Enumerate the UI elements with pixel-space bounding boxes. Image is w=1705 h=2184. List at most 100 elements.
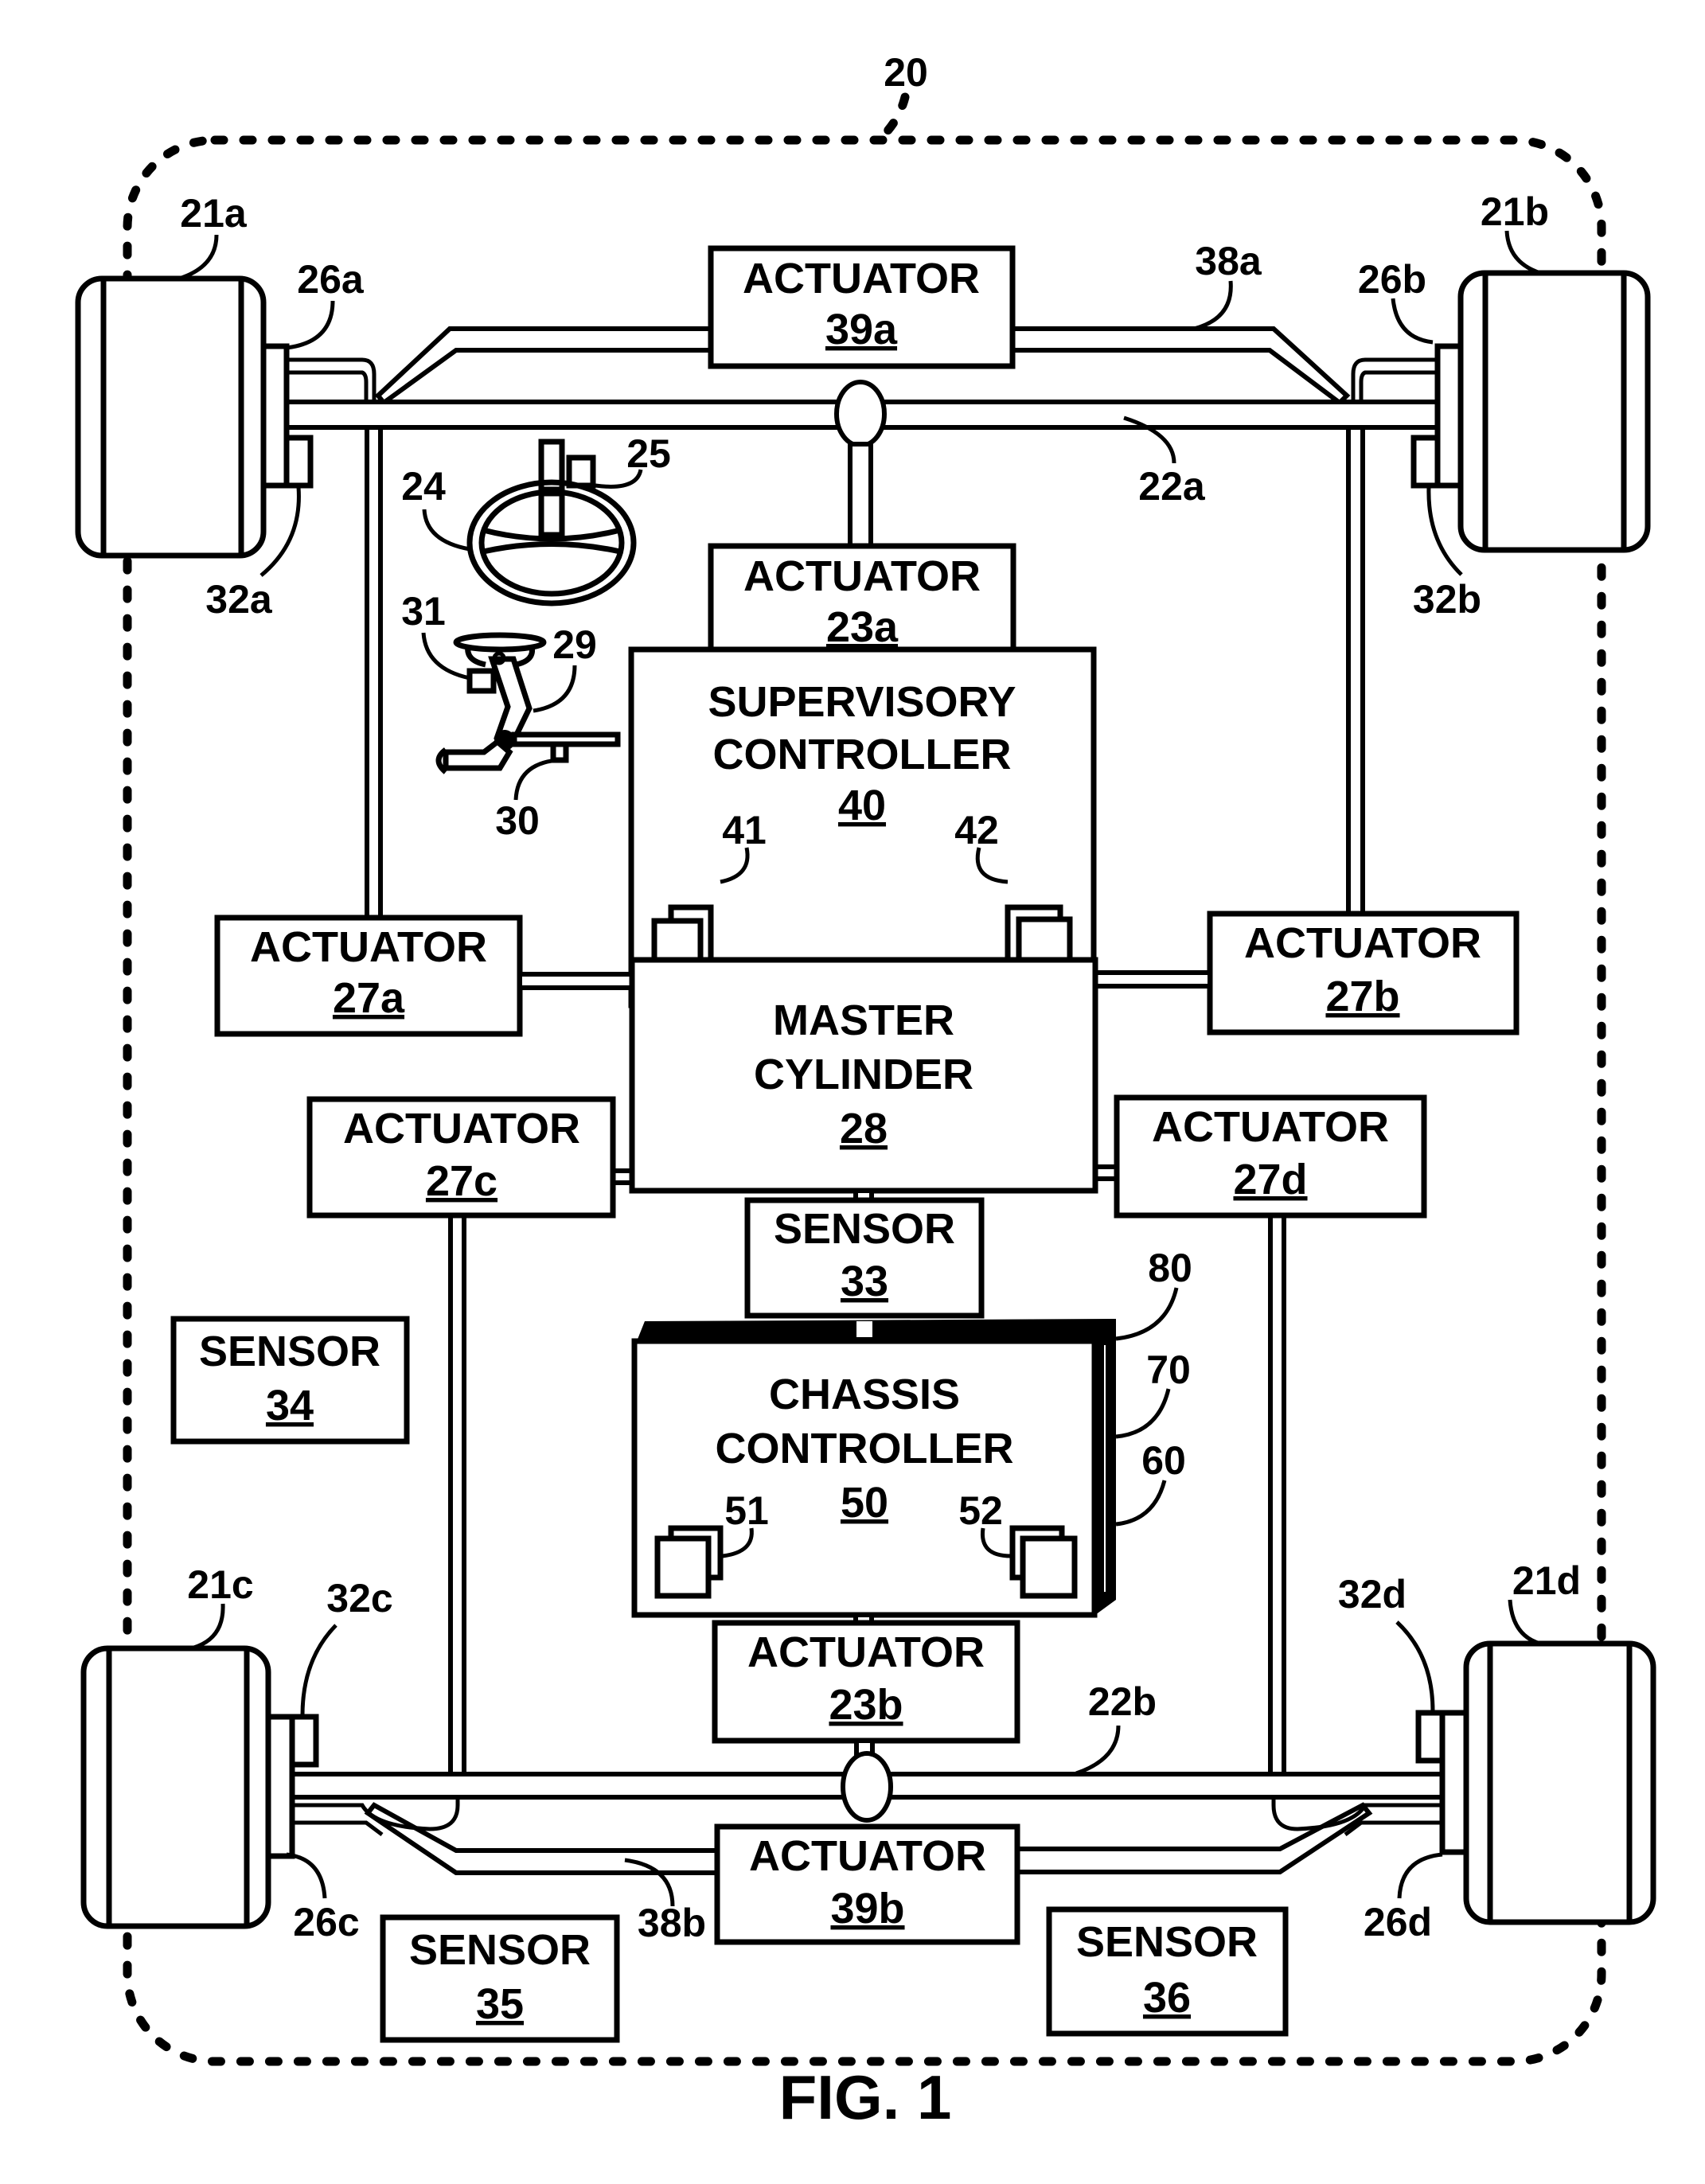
label-29: 29	[552, 622, 597, 667]
system-ref-leader	[877, 92, 910, 142]
rear-stabilizer-bar-left	[364, 1802, 720, 1875]
label-26d: 26d	[1364, 1900, 1432, 1944]
steering-wheel-icon	[466, 439, 637, 606]
memory-52-label: 52	[958, 1488, 1003, 1533]
actuator-23a-ref: 23a	[826, 603, 899, 651]
front-stabilizer-bar	[374, 326, 713, 407]
wheel-sensor-rr-box	[1415, 1710, 1446, 1764]
actuator-27a[interactable]: ACTUATOR 27a	[214, 915, 523, 1037]
rear-stabilizer-bar-right	[1015, 1802, 1373, 1874]
brake-line-fr	[1351, 357, 1442, 402]
system-ref-label: 20	[884, 50, 928, 95]
chassis-title-1: CHASSIS	[769, 1371, 960, 1418]
sensor-33[interactable]: SENSOR 33	[744, 1197, 985, 1319]
link-27d-master	[1093, 1164, 1119, 1181]
actuator-39a[interactable]: ACTUATOR 39a	[708, 245, 1016, 369]
master-cylinder-ref: 28	[840, 1105, 888, 1152]
actuator-23b-ref: 23b	[829, 1681, 903, 1729]
label-21a: 21a	[180, 191, 248, 236]
label-21b: 21b	[1481, 189, 1549, 234]
actuator-27a-title: ACTUATOR	[250, 923, 487, 971]
actuator-39b-ref: 39b	[830, 1885, 904, 1932]
memory-41-label: 41	[722, 808, 767, 852]
layer-80-label: 80	[1148, 1246, 1192, 1290]
label-38a: 38a	[1195, 239, 1262, 283]
steering-sensor-box	[566, 454, 596, 489]
sensor-36-title: SENSOR	[1076, 1918, 1258, 1966]
memory-51-label: 51	[724, 1488, 769, 1533]
front-differential	[834, 380, 887, 448]
actuator-39b-title: ACTUATOR	[749, 1832, 986, 1880]
label-24: 24	[401, 464, 446, 509]
sensor-36[interactable]: SENSOR 36	[1046, 1906, 1289, 2037]
chassis-controller[interactable]: CHASSIS CONTROLLER 50 51 52	[631, 1319, 1116, 1618]
wheel-fl	[75, 275, 314, 559]
vehicle-system-diagram: 20 ACTUATOR 39a ACTUATOR 23a SUPERVISORY…	[75, 50, 1656, 2132]
actuator-27b[interactable]: ACTUATOR 27b	[1207, 911, 1520, 1035]
figure-caption: FIG. 1	[779, 2062, 952, 2132]
master-cylinder[interactable]: MASTER CYLINDER 28	[629, 957, 1098, 1194]
actuator-27d[interactable]: ACTUATOR 27d	[1114, 1094, 1427, 1219]
actuator-23a[interactable]: ACTUATOR 23a	[708, 543, 1016, 667]
actuator-27c[interactable]: ACTUATOR 27c	[306, 1096, 616, 1219]
label-21d: 21d	[1512, 1558, 1581, 1603]
label-26b: 26b	[1358, 257, 1426, 302]
pedal-sensor-30-box	[550, 741, 569, 763]
sensor-34[interactable]: SENSOR 34	[170, 1316, 410, 1445]
rail-fl	[365, 425, 383, 920]
sensor-35-title: SENSOR	[409, 1926, 591, 1974]
label-32b: 32b	[1413, 577, 1481, 622]
label-22a: 22a	[1138, 464, 1206, 509]
actuator-23b[interactable]: ACTUATOR 23b	[712, 1620, 1020, 1744]
label-25: 25	[626, 431, 671, 476]
supervisory-title-1: SUPERVISORY	[708, 678, 1016, 726]
link-27c-master	[611, 1168, 634, 1185]
actuator-23a-title: ACTUATOR	[743, 552, 981, 600]
label-38b: 38b	[638, 1901, 706, 1945]
actuator-27d-ref: 27d	[1233, 1156, 1307, 1203]
front-stabilizer-bar-right	[1010, 326, 1351, 406]
actuator-27c-title: ACTUATOR	[343, 1105, 580, 1152]
sensor-33-title: SENSOR	[774, 1205, 955, 1253]
sensor-34-title: SENSOR	[199, 1328, 380, 1375]
link-27a-master	[517, 972, 634, 990]
memory-52-icon	[1009, 1525, 1078, 1599]
supervisory-ref: 40	[838, 782, 886, 829]
front-diff-link	[848, 442, 873, 550]
actuator-39a-title: ACTUATOR	[743, 255, 980, 302]
sensor-35[interactable]: SENSOR 35	[380, 1914, 620, 2043]
rail-fr	[1346, 425, 1365, 916]
layer-70-label: 70	[1146, 1347, 1191, 1392]
actuator-39b[interactable]: ACTUATOR 39b	[714, 1823, 1020, 1945]
actuator-23b-title: ACTUATOR	[747, 1628, 985, 1676]
wheel-sensor-rl-box	[289, 1714, 319, 1768]
label-26a: 26a	[297, 257, 365, 302]
chassis-ref: 50	[841, 1479, 888, 1527]
master-cylinder-title-2: CYLINDER	[754, 1051, 973, 1098]
chassis-title-2: CONTROLLER	[716, 1425, 1014, 1472]
wheel-rl	[80, 1645, 319, 1929]
label-32d: 32d	[1338, 1572, 1407, 1617]
actuator-27c-ref: 27c	[426, 1157, 497, 1205]
brake-line-fr-inner	[1359, 370, 1442, 402]
sensor-36-ref: 36	[1143, 1974, 1191, 2022]
supervisory-controller[interactable]: SUPERVISORY CONTROLLER 40 41 42	[628, 646, 1097, 1008]
link-27b-master	[1093, 970, 1212, 989]
rail-rl	[448, 1213, 466, 1776]
actuator-27a-ref: 27a	[333, 974, 405, 1022]
actuator-27d-title: ACTUATOR	[1152, 1103, 1389, 1151]
label-26c: 26c	[293, 1900, 359, 1944]
sensor-33-ref: 33	[841, 1258, 888, 1305]
brake-line-rr-inner	[1344, 1820, 1442, 1836]
actuator-27b-ref: 27b	[1325, 973, 1399, 1020]
memory-42-label: 42	[954, 808, 999, 852]
wheel-fr	[1410, 270, 1651, 553]
label-31: 31	[401, 589, 446, 634]
rail-rr	[1268, 1213, 1286, 1776]
label-30: 30	[495, 798, 540, 843]
label-21c: 21c	[187, 1562, 253, 1607]
sensor33-link-port	[856, 1321, 872, 1337]
memory-51-icon	[654, 1525, 724, 1599]
label-32c: 32c	[326, 1576, 392, 1620]
sensor-35-ref: 35	[476, 1980, 524, 2028]
